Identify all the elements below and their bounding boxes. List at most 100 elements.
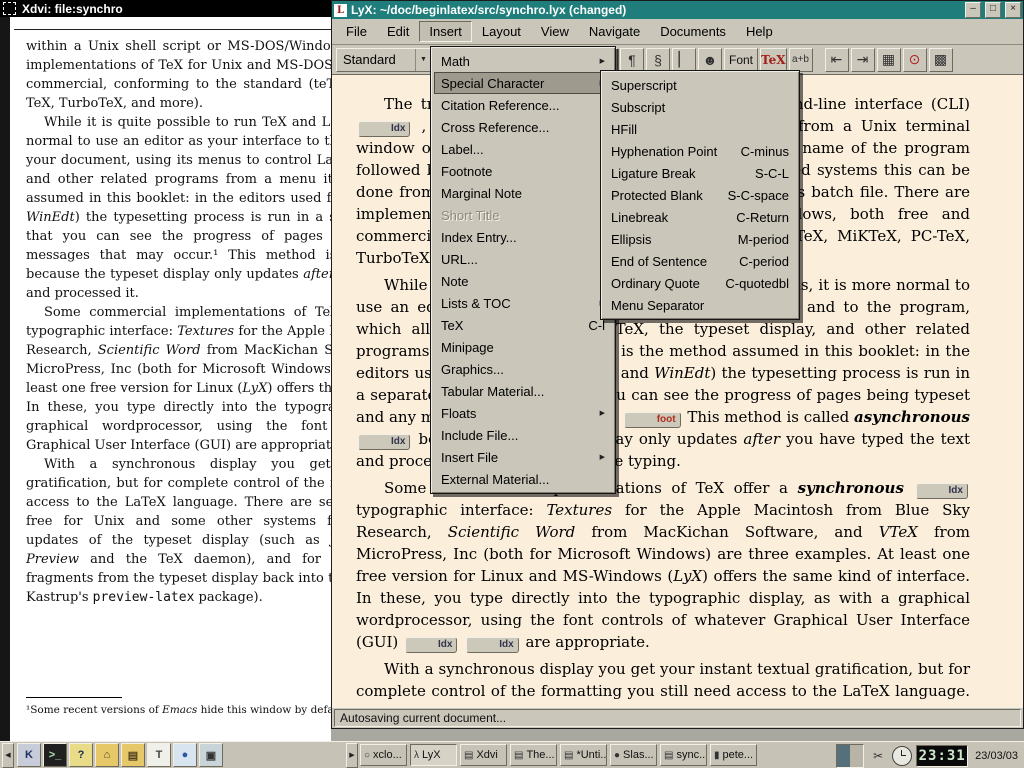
display-settings-icon[interactable]: ▣ [199,743,223,767]
insert-note[interactable]: Note [434,270,612,292]
task-button-xclo[interactable]: ○xclo... [360,744,407,766]
insert-citation-reference[interactable]: Citation Reference... [434,94,612,116]
menu-edit[interactable]: Edit [377,21,419,42]
insert-external-material[interactable]: External Material... [434,468,612,490]
digital-clock[interactable]: 23:31 [916,745,968,767]
insert-special-character[interactable]: Special Character▶ [434,72,612,94]
xdvi-titlebar[interactable]: Xdvi: file:synchro [0,0,331,17]
panel-hide-arrow[interactable]: ◀ [2,743,14,768]
pager-desktop-1[interactable] [837,745,850,767]
menu-file[interactable]: File [336,21,377,42]
xdvi-scrollbar[interactable] [0,17,10,741]
insert-math-icon[interactable]: a+b [789,48,813,72]
insert-marginal-note[interactable]: Marginal Note [434,182,612,204]
emphasize-icon[interactable]: ¶ [620,48,644,72]
insert-footnote[interactable]: Footnote [434,160,612,182]
menu-item-label: End of Sentence [611,254,725,269]
cursor-bar-icon[interactable]: ▏ [672,48,696,72]
menu-insert[interactable]: Insert [419,21,472,42]
spchar-hfill[interactable]: HFill [604,118,796,140]
footnote-separator [26,697,122,698]
task-button-the[interactable]: ▤The... [510,744,557,766]
insert-short-title[interactable]: Short Title [434,204,612,226]
index-inset[interactable]: Idx [358,121,410,137]
spchar-ligature-break[interactable]: Ligature Break S-C-L [604,162,796,184]
insert-cross-reference[interactable]: Cross Reference... [434,116,612,138]
footnote-text: ¹Some recent versions of Emacs hide this… [26,703,331,718]
desktop-pager[interactable] [836,744,864,768]
spchar-menu-separator[interactable]: Menu Separator [604,294,796,316]
paragraph-style-combo[interactable]: Standard ▼ [336,48,432,72]
pager-desktop-2[interactable] [850,745,863,767]
home-folder-icon[interactable]: ⌂ [95,743,119,767]
menu-layout[interactable]: Layout [472,21,531,42]
text-editor-icon[interactable]: T [147,743,171,767]
task-button-sync[interactable]: ▤sync... [660,744,707,766]
depth-increase-icon[interactable]: ⇥ [851,48,875,72]
index-inset[interactable]: Idx [358,434,410,450]
spchar-protected-blank[interactable]: Protected BlankS-C-space [604,184,796,206]
spchar-ordinary-quote[interactable]: Ordinary QuoteC-quotedbl [604,272,796,294]
section-style-icon[interactable]: § [646,48,670,72]
insert-index-entry[interactable]: Index Entry... [434,226,612,248]
insert-graphics[interactable]: Graphics... [434,358,612,380]
menu-help[interactable]: Help [736,21,783,42]
insert-lists-toc[interactable]: Lists & TOC▶ [434,292,612,314]
spchar-linebreak[interactable]: LinebreakC-Return [604,206,796,228]
spchar-superscript[interactable]: Superscript [604,74,796,96]
terminal-icon[interactable]: >_ [43,743,67,767]
insert-label[interactable]: Label... [434,138,612,160]
tex-mode-button[interactable]: TeX [760,48,787,72]
menu-item-label: Ligature Break [611,166,741,181]
depth-decrease-icon[interactable]: ⇤ [825,48,849,72]
task-button-xdvi[interactable]: ▤Xdvi [460,744,507,766]
task-button-lyx[interactable]: λLyX [410,744,457,766]
insert-insert-file[interactable]: Insert File▶ [434,446,612,468]
index-inset[interactable]: Idx [466,637,518,653]
task-label: Xdvi [476,749,497,761]
insert-minipage[interactable]: Minipage [434,336,612,358]
footnote-inset[interactable]: foot [624,412,681,428]
lyx-statusbar: Autosaving current document... [332,707,1023,728]
insert-table-icon[interactable]: ▦ [877,48,901,72]
insert-floats[interactable]: Floats▶ [434,402,612,424]
menu-view[interactable]: View [531,21,579,42]
help-icon[interactable]: ? [69,743,93,767]
task-button-pete[interactable]: ▮pete... [710,744,757,766]
insert-url[interactable]: URL... [434,248,612,270]
lyx-window-icon[interactable]: L [334,4,347,17]
index-inset[interactable]: Idx [916,483,968,499]
k-menu-icon[interactable]: K [17,743,41,767]
xdvi-footnote: ¹Some recent versions of Emacs hide this… [26,697,331,718]
spchar-ellipsis[interactable]: EllipsisM-period [604,228,796,250]
insert-tex[interactable]: TeXC-l [434,314,612,336]
insert-math[interactable]: Math▶ [434,50,612,72]
task-scroll-arrow[interactable]: ▶ [346,743,358,768]
spchar-subscript[interactable]: Subscript [604,96,796,118]
spchar-end-of-sentence[interactable]: End of SentenceC-period [604,250,796,272]
font-dialog-button[interactable]: Font [724,48,758,72]
noun-style-icon[interactable]: ☻ [698,48,722,72]
close-button[interactable]: × [1005,2,1021,18]
lyx-titlebar[interactable]: L LyX: ~/doc/beginlatex/src/synchro.lyx … [332,1,1023,19]
minimize-button[interactable]: – [965,2,981,18]
web-browser-icon[interactable]: ● [173,743,197,767]
documents-folder-icon[interactable]: ▤ [121,743,145,767]
menu-documents[interactable]: Documents [650,21,736,42]
insert-tabular-material[interactable]: Tabular Material... [434,380,612,402]
maximize-button[interactable]: □ [985,2,1001,18]
task-button-slas[interactable]: ●Slas... [610,744,657,766]
spchar-hyphenation-point[interactable]: Hyphenation PointC-minus [604,140,796,162]
index-inset[interactable]: Idx [405,637,457,653]
menu-item-shortcut: S-C-L [755,166,789,181]
combo-arrow-icon[interactable]: ▼ [415,49,431,71]
insert-include-file[interactable]: Include File... [434,424,612,446]
menu-item-label: Insert File [441,450,590,465]
status-message: Autosaving current document... [334,709,1021,727]
insert-figure-icon[interactable]: ⊙ [903,48,927,72]
special-character-submenu: SuperscriptSubscriptHFillHyphenation Poi… [600,70,800,320]
klipper-icon[interactable]: ✂ [868,746,888,766]
task-button-unti[interactable]: ▤*Unti... [560,744,607,766]
menu-navigate[interactable]: Navigate [579,21,650,42]
insert-tabular-icon[interactable]: ▩ [929,48,953,72]
